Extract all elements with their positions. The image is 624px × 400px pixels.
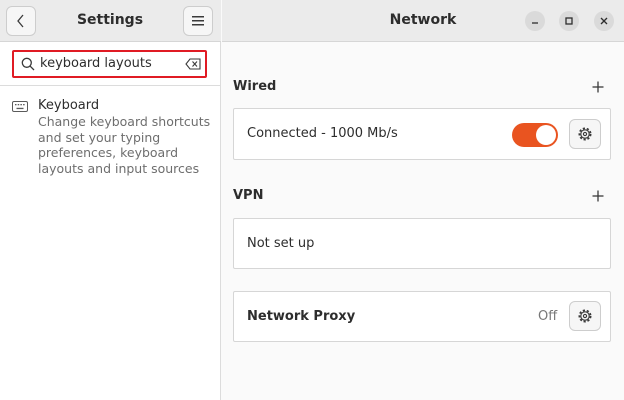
result-description: Change keyboard shortcuts and set your t… (38, 114, 211, 177)
clear-search-icon[interactable] (185, 58, 201, 70)
network-panel: Network Wired Connected - 1000 Mb/s VPN … (222, 0, 624, 400)
gear-icon (578, 127, 592, 141)
sidebar-header: Settings (0, 0, 221, 42)
wired-toggle[interactable] (512, 123, 558, 147)
result-title: Keyboard (38, 98, 100, 113)
sidebar-title: Settings (76, 12, 144, 28)
wired-connection-label: Connected - 1000 Mb/s (247, 126, 398, 141)
add-wired-button[interactable] (588, 77, 608, 97)
toggle-knob (536, 125, 556, 145)
network-proxy-row[interactable]: Network Proxy Off (233, 291, 611, 342)
keyboard-icon (12, 101, 28, 112)
maximize-icon (565, 17, 573, 25)
gear-icon (578, 309, 592, 323)
search-text: keyboard layouts (40, 56, 152, 71)
back-button[interactable] (6, 6, 36, 36)
main-header: Network (222, 0, 624, 42)
vpn-status-label: Not set up (247, 236, 315, 251)
chevron-left-icon (17, 14, 24, 28)
menu-button[interactable] (183, 6, 213, 36)
vpn-row: Not set up (233, 218, 611, 269)
minimize-icon (532, 22, 538, 24)
maximize-button[interactable] (559, 11, 579, 31)
close-button[interactable] (594, 11, 614, 31)
hamburger-icon (192, 16, 204, 26)
search-icon (21, 57, 35, 71)
plus-icon (592, 81, 604, 93)
search-result-keyboard[interactable]: Keyboard Change keyboard shortcuts and s… (0, 90, 221, 180)
search-input[interactable]: keyboard layouts (12, 50, 207, 78)
plus-icon (592, 190, 604, 202)
add-vpn-button[interactable] (588, 186, 608, 206)
proxy-settings-button[interactable] (569, 301, 601, 331)
network-proxy-label: Network Proxy (247, 309, 356, 324)
minimize-button[interactable] (525, 11, 545, 31)
wired-section-title: Wired (233, 79, 277, 94)
vpn-section-title: VPN (233, 188, 264, 203)
sidebar: Settings keyboard layouts Keyboard Chang… (0, 0, 221, 400)
proxy-status: Off (538, 309, 558, 324)
close-icon (600, 17, 608, 25)
settings-window: Settings keyboard layouts Keyboard Chang… (0, 0, 624, 400)
wired-settings-button[interactable] (569, 119, 601, 149)
sidebar-divider (0, 85, 221, 86)
wired-connection-row: Connected - 1000 Mb/s (233, 108, 611, 160)
